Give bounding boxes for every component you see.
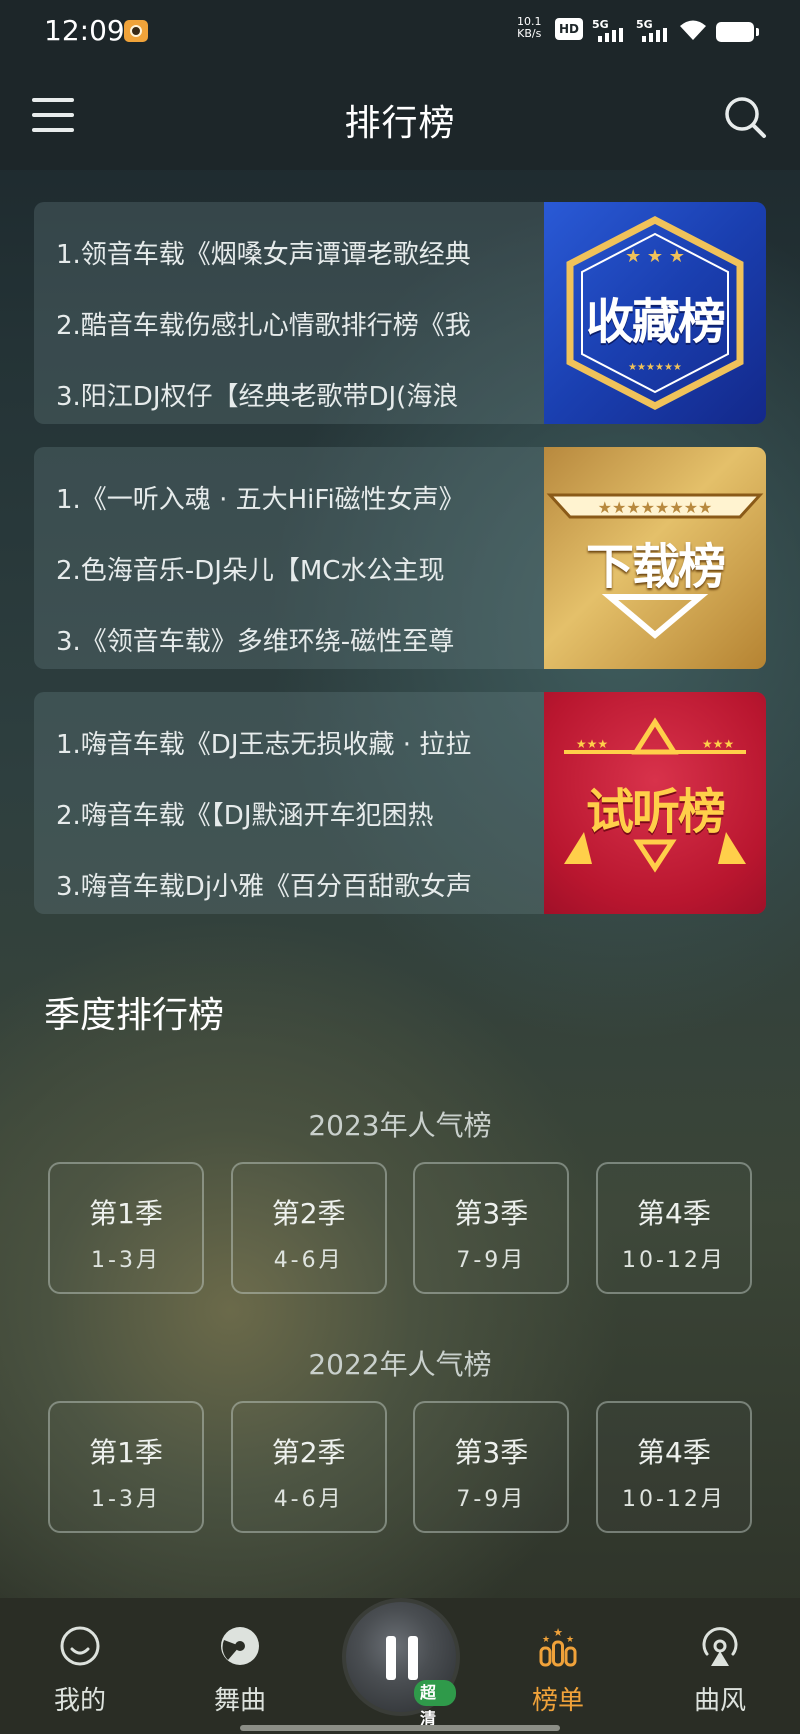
chart-song-line: 1.领音车载《烟嗓女声谭谭老歌经典 [56, 240, 471, 270]
ranking-icon: ★ ★ ★ [539, 1626, 577, 1667]
svg-text:★ ★ ★: ★ ★ ★ [625, 246, 685, 267]
nav-label: 曲风 [693, 1686, 746, 1716]
chart-song-line: 2.色海音乐-DJ朵儿【MC水公主现 [56, 556, 445, 586]
chart-song-line: 2.酷音车载伤感扎心情歌排行榜《我 [56, 311, 471, 341]
year-title: 2023年人气榜 [308, 1109, 492, 1142]
status-bar: 12:09 10.1 KB/s HD 5G 5G [0, 0, 800, 60]
chart-song-line: 3.嗨音车载Dj小雅《百分百甜歌女声 [56, 872, 473, 902]
nav-label: 我的 [53, 1686, 106, 1716]
nav-label: 榜单 [531, 1686, 584, 1716]
season-button[interactable]: 第1季 1-3月 [48, 1401, 204, 1533]
svg-text:★★★: ★★★ [702, 737, 734, 751]
nav-label: 舞曲 [213, 1686, 266, 1716]
now-playing-button[interactable]: 超清 [342, 1598, 460, 1728]
chart-card-trial[interactable]: 1.嗨音车载《DJ王志无损收藏 · 拉拉 2.嗨音车载《【DJ默涵开车犯困热 3… [34, 692, 766, 914]
chart-song-list: 1.《一听入魂 · 五大HiFi磁性女声》 2.色海音乐-DJ朵儿【MC水公主现… [56, 465, 556, 669]
chart-song-list: 1.领音车载《烟嗓女声谭谭老歌经典 2.酷音车载伤感扎心情歌排行榜《我 3.阳江… [56, 220, 556, 424]
season-button[interactable]: 第2季 4-6月 [230, 1401, 387, 1533]
battery-icon [716, 22, 759, 42]
section-title: 季度排行榜 [44, 995, 225, 1036]
page-title: 排行榜 [344, 103, 456, 144]
chart-song-line: 2.嗨音车载《【DJ默涵开车犯困热 [56, 801, 434, 831]
downloads-chart-badge: ★★★★★★★★ 下载榜 [544, 447, 766, 669]
signal-sim1-icon: 5G [592, 18, 626, 42]
chart-song-list: 1.嗨音车载《DJ王志无损收藏 · 拉拉 2.嗨音车载《【DJ默涵开车犯困热 3… [56, 710, 556, 914]
chart-card-downloads[interactable]: 1.《一听入魂 · 五大HiFi磁性女声》 2.色海音乐-DJ朵儿【MC水公主现… [34, 447, 766, 669]
svg-text:★: ★ [542, 1635, 550, 1645]
signal-sim2-icon: 5G [636, 18, 670, 42]
app-notification-icon [124, 20, 148, 42]
nav-item-ranking[interactable]: ★ ★ ★ 榜单 [498, 1598, 618, 1734]
top-bar: 排行榜 [0, 60, 800, 170]
season-row-2022: 第1季 1-3月 第2季 4-6月 第3季 7-9月 第4季 10-12月 [48, 1401, 752, 1533]
home-indicator[interactable] [240, 1725, 560, 1731]
season-button[interactable]: 第4季 10-12月 [595, 1162, 752, 1294]
favorites-chart-badge: ★ ★ ★ ★★★★★★ 收藏榜 [544, 202, 766, 424]
svg-text:★: ★ [566, 1635, 574, 1645]
chart-song-line: 1.《一听入魂 · 五大HiFi磁性女声》 [56, 485, 465, 515]
svg-text:★★★★★★★★: ★★★★★★★★ [598, 498, 713, 517]
network-speed: 10.1 KB/s [517, 15, 542, 40]
trial-chart-badge: ★★★ ★★★ 试听榜 [544, 692, 766, 914]
svg-text:★★★: ★★★ [576, 737, 608, 751]
quality-badge: 超清 [414, 1680, 456, 1728]
season-button[interactable]: 第2季 4-6月 [230, 1162, 387, 1294]
chart-song-line: 3.阳江DJ权仔【经典老歌带DJ(海浪 [56, 382, 459, 412]
nav-item-mine[interactable]: 我的 [20, 1598, 140, 1734]
svg-text:★★★★★★: ★★★★★★ [628, 362, 682, 373]
season-button[interactable]: 第1季 1-3月 [48, 1162, 204, 1294]
wifi-icon [680, 20, 706, 40]
badge-title: 收藏榜 [585, 294, 726, 350]
search-icon[interactable] [722, 94, 768, 140]
season-button[interactable]: 第3季 7-9月 [413, 1162, 570, 1294]
status-time: 12:09 [44, 14, 125, 47]
svg-text:★: ★ [553, 1626, 563, 1639]
chart-song-line: 3.《领音车载》多维环绕-磁性至尊 [56, 627, 455, 657]
season-button[interactable]: 第4季 10-12月 [595, 1401, 752, 1533]
pause-icon [386, 1636, 420, 1680]
disc-icon [221, 1627, 259, 1665]
chart-song-line: 1.嗨音车载《DJ王志无损收藏 · 拉拉 [56, 730, 472, 760]
radio-icon [702, 1627, 738, 1666]
season-button[interactable]: 第3季 7-9月 [413, 1401, 570, 1533]
nav-item-dance[interactable]: 舞曲 [180, 1598, 300, 1734]
chart-card-favorites[interactable]: 1.领音车载《烟嗓女声谭谭老歌经典 2.酷音车载伤感扎心情歌排行榜《我 3.阳江… [34, 202, 766, 424]
badge-title: 试听榜 [585, 784, 726, 840]
smile-icon [60, 1626, 100, 1666]
badge-title: 下载榜 [585, 539, 726, 595]
year-title: 2022年人气榜 [308, 1348, 492, 1381]
season-row-2023: 第1季 1-3月 第2季 4-6月 第3季 7-9月 第4季 10-12月 [48, 1162, 752, 1294]
nav-item-genre[interactable]: 曲风 [660, 1598, 780, 1734]
hd-voice-icon: HD [555, 18, 583, 40]
